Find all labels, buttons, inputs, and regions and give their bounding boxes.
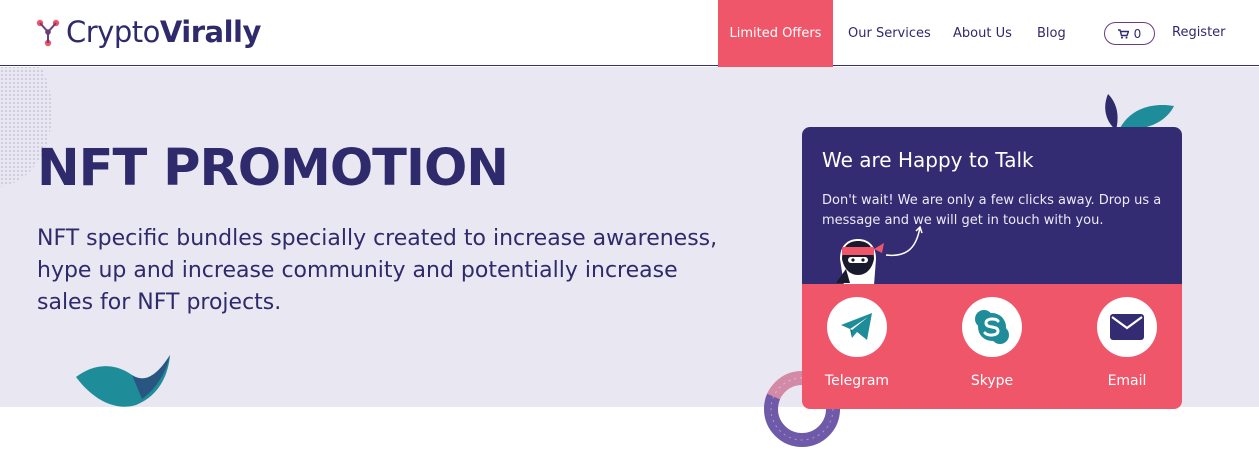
- nav-about-us[interactable]: About Us: [953, 25, 1012, 43]
- telegram-icon: [841, 313, 872, 340]
- nav-blog[interactable]: Blog: [1037, 25, 1066, 43]
- nav-limited-offers[interactable]: Limited Offers: [718, 0, 833, 67]
- contact-widget-title: We are Happy to Talk: [822, 148, 1034, 172]
- contact-widget: We are Happy to Talk Don't wait! We are …: [802, 127, 1182, 409]
- brand-name-light: Crypto: [66, 15, 160, 49]
- cart-button[interactable]: 0: [1104, 22, 1155, 45]
- hero-description: NFT specific bundles specially created t…: [37, 226, 718, 315]
- telegram-contact-button[interactable]: Telegram: [802, 297, 912, 390]
- brand-logo[interactable]: CryptoVirally: [34, 14, 261, 50]
- ninja-mascot-icon: [836, 225, 923, 285]
- nav-our-services[interactable]: Our Services: [848, 25, 931, 43]
- skype-contact-button[interactable]: Skype: [937, 297, 1047, 390]
- skype-icon: [975, 310, 1009, 344]
- skype-label: Skype: [970, 373, 1014, 389]
- skype-circle: [962, 297, 1022, 357]
- email-circle: [1097, 297, 1157, 357]
- brand-name-bold: Virally: [159, 15, 262, 49]
- email-icon: [1110, 314, 1144, 340]
- card-leaf-decoration-icon: [1105, 94, 1174, 130]
- telegram-label: Telegram: [824, 373, 890, 389]
- email-contact-button[interactable]: Email: [1072, 297, 1182, 390]
- page-title: NFT PROMOTION: [37, 139, 509, 198]
- leaf-decoration-icon: [76, 355, 170, 407]
- logo-mark-icon: [36, 19, 60, 47]
- brand-name: CryptoVirally: [66, 14, 261, 50]
- email-label: Email: [1107, 373, 1147, 389]
- top-navigation: CryptoVirally Limited Offers Our Service…: [0, 0, 1259, 67]
- telegram-circle: [827, 297, 887, 357]
- cart-icon: [1117, 28, 1129, 39]
- cart-count: 0: [1133, 26, 1142, 41]
- contact-widget-header: We are Happy to Talk Don't wait! We are …: [802, 127, 1182, 285]
- nav-register[interactable]: Register: [1172, 24, 1226, 42]
- contact-channels: Telegram Skype Email: [802, 284, 1182, 409]
